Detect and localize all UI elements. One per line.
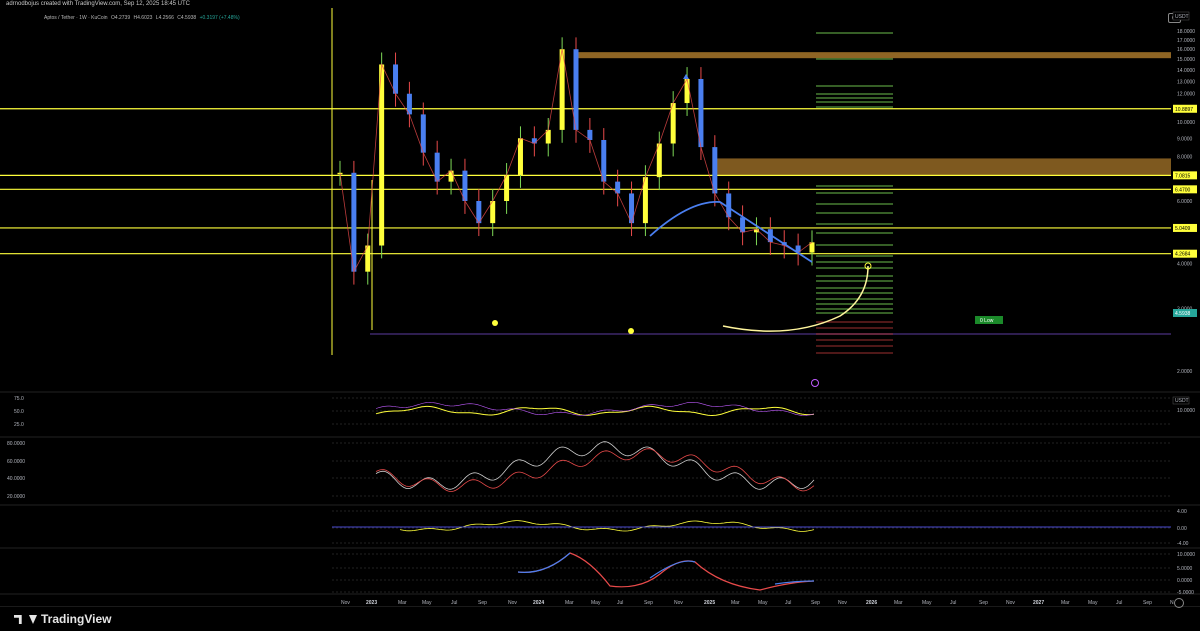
brand-text: TradingView bbox=[41, 612, 112, 626]
momentum-line bbox=[399, 520, 815, 532]
level-label: 5.0409 bbox=[1175, 226, 1191, 232]
oscillator-tick: 0.0000 bbox=[1177, 578, 1193, 584]
oscillator-tick: 40.0000 bbox=[7, 476, 25, 482]
y-axis-tick: 2.0000 bbox=[1177, 369, 1193, 375]
low-marker bbox=[628, 328, 634, 334]
oscillator-tick: 4.00 bbox=[1177, 509, 1187, 515]
macd-signal-line bbox=[517, 552, 815, 585]
oscillator-tick: -5.0000 bbox=[1177, 590, 1194, 596]
oscillator-tick: 75.0 bbox=[14, 396, 24, 402]
y-axis-tick: 6.0000 bbox=[1177, 199, 1193, 205]
current-price-label: 4.5938 bbox=[1175, 311, 1191, 317]
y-axis-tick: 10.0000 bbox=[1177, 120, 1195, 126]
chart-canvas[interactable]: 2.00003.00004.00005.00006.00007.00008.00… bbox=[0, 0, 1200, 606]
y-axis-tick: 12.0000 bbox=[1177, 92, 1195, 98]
y-axis-tick: 9.0000 bbox=[1177, 136, 1193, 142]
y-axis-tick: 14.0000 bbox=[1177, 68, 1195, 74]
price-zone bbox=[577, 52, 1171, 59]
price-zone bbox=[713, 158, 1171, 175]
oscillator-tick: 80.0000 bbox=[7, 441, 25, 447]
level-label: 4.2684 bbox=[1175, 252, 1191, 258]
level-label: 10.8897 bbox=[1175, 107, 1193, 113]
oscillator-tick: -4.00 bbox=[1177, 541, 1189, 547]
settings-gear-icon[interactable] bbox=[1174, 598, 1184, 608]
oscillator-tick: 60.0000 bbox=[7, 459, 25, 465]
footer-bar: TradingView bbox=[0, 606, 1200, 631]
oscillator-tick: 5.0000 bbox=[1177, 566, 1193, 572]
y-axis-tick: 18.0000 bbox=[1177, 29, 1195, 35]
y-axis-tick: 13.0000 bbox=[1177, 79, 1195, 85]
level-label: 7.0815 bbox=[1175, 173, 1191, 179]
oscillator-tick: 25.0 bbox=[14, 422, 24, 428]
oscillator-tick: 0.00 bbox=[1177, 526, 1187, 532]
level-label: 6.4700 bbox=[1175, 187, 1191, 193]
stoch-line bbox=[375, 441, 815, 490]
low-marker bbox=[492, 320, 498, 326]
peak-arrow-icon bbox=[683, 74, 689, 79]
oscillator-value: 10.0000 bbox=[1177, 408, 1195, 414]
y-axis-tick: 4.0000 bbox=[1177, 262, 1193, 268]
indicator-icon bbox=[811, 379, 819, 387]
oscillator-tick: 50.0 bbox=[14, 409, 24, 415]
y-axis-tick: 8.0000 bbox=[1177, 154, 1193, 160]
y-axis-tick: 17.0000 bbox=[1177, 38, 1195, 44]
y-axis-unit: USDT bbox=[1175, 14, 1189, 20]
oscillator-unit: USDT bbox=[1175, 398, 1189, 404]
low-marker-label: 0 Low bbox=[980, 318, 994, 324]
y-axis-tick: 16.0000 bbox=[1177, 47, 1195, 53]
y-axis-tick: 15.0000 bbox=[1177, 57, 1195, 63]
tradingview-logo-icon[interactable]: TradingView bbox=[14, 612, 111, 626]
oscillator-tick: 10.0000 bbox=[1177, 552, 1195, 558]
oscillator-tick: 20.0000 bbox=[7, 494, 25, 500]
